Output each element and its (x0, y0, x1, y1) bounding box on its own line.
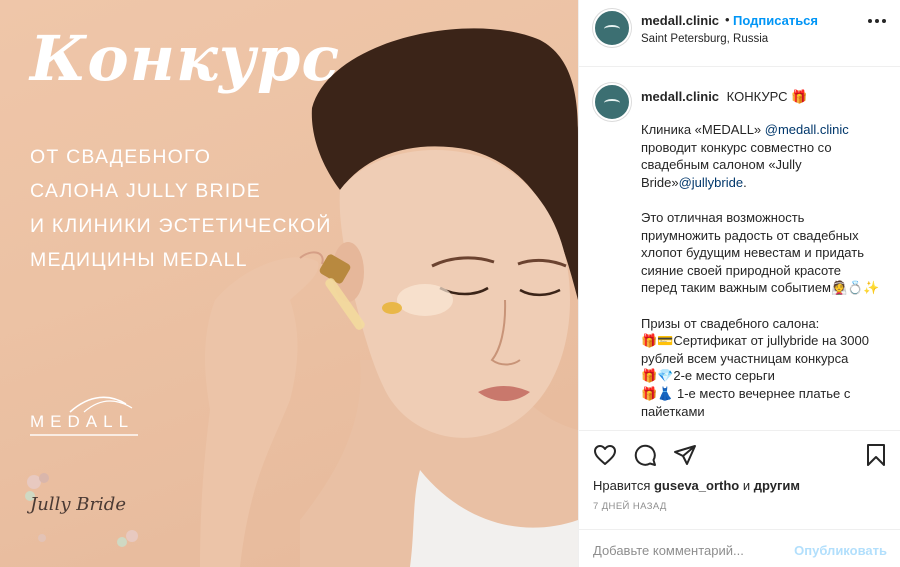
caption-line: проводит конкурс совместно со (641, 139, 832, 155)
caption-username[interactable]: medall.clinic (641, 89, 719, 104)
caption-paragraph-1: Клиника «MEDALL» @medall.clinic проводит… (641, 121, 889, 191)
caption-line: Это отличная возможность (641, 209, 805, 225)
jully-bride-logo-text: Jully Bride (30, 494, 126, 515)
post-date[interactable]: 7 ДНЕЙ НАЗАД (593, 501, 667, 512)
comment-icon[interactable] (633, 443, 657, 467)
promo-line-1: ОТ СВАДЕБНОГО (30, 146, 212, 168)
follow-button[interactable]: Подписаться (733, 13, 818, 28)
promo-line-4: МЕДИЦИНЫ MEDALL (30, 249, 248, 271)
caption-line: перед таким важным событием👰💍✨ (641, 280, 880, 296)
caption-headline: КОНКУРС 🎁 (726, 89, 808, 104)
promo-line-2: САЛОНА JULLY BRIDE (30, 180, 261, 202)
promo-title: Конкурс (30, 22, 341, 95)
medall-logo-underline (30, 434, 138, 436)
more-horizontal-icon[interactable] (867, 18, 887, 24)
caption-line: рублей всем участницам конкурса (641, 350, 849, 366)
location-link[interactable]: Saint Petersburg, Russia (641, 33, 768, 45)
comment-bar: Опубликовать (579, 529, 900, 567)
caption-avatar[interactable] (593, 83, 631, 121)
caption-paragraph-3: Призы от свадебного салона: 🎁💳Сертификат… (641, 315, 889, 421)
caption-text-fragment: Клиника «MEDALL» (641, 122, 765, 137)
caption-line: Призы от свадебного салона: (641, 315, 820, 331)
post-image[interactable]: Конкурс ОТ СВАДЕБНОГО САЛОНА JULLY BRIDE… (0, 0, 578, 567)
caption-line: 🎁👗 1-е место вечернее платье с (641, 385, 851, 401)
caption-area: medall.clinic КОНКУРС 🎁 Клиника «MEDALL»… (579, 67, 900, 430)
likes-middle: и (739, 478, 754, 493)
header-username[interactable]: medall.clinic (641, 13, 719, 28)
share-icon[interactable] (673, 443, 697, 467)
heart-icon[interactable] (593, 443, 617, 467)
caption-text-fragment: Bride» (641, 174, 679, 190)
caption-text-fragment: . (743, 174, 747, 190)
action-bar (579, 430, 900, 478)
promo-line-3: И КЛИНИКИ ЭСТЕТИЧЕСКОЙ (30, 215, 332, 237)
comment-input[interactable] (593, 540, 783, 560)
bookmark-icon[interactable] (865, 443, 887, 467)
avatar[interactable] (593, 9, 631, 47)
caption-header: medall.clinic КОНКУРС 🎁 (641, 89, 807, 105)
likes-others-link[interactable]: другим (754, 478, 800, 493)
caption-line: 🎁💎2-е место серьги (641, 368, 775, 384)
post-side-panel: medall.clinic • Подписаться Saint Peters… (578, 0, 900, 567)
caption-text: Клиника «MEDALL» @medall.clinic проводит… (641, 121, 889, 430)
separator-dot: • (725, 12, 730, 27)
caption-paragraph-2: Это отличная возможность приумножить рад… (641, 209, 889, 297)
medall-logo-text: MEDALL (30, 412, 135, 431)
caption-line: приумножить радость от свадебных (641, 227, 859, 243)
caption-line: 🎁💳Сертификат от jullybride на 3000 (641, 333, 869, 349)
post-header: medall.clinic • Подписаться Saint Peters… (579, 0, 900, 67)
caption-line: сияние своей природной красоте (641, 262, 842, 278)
publish-button[interactable]: Опубликовать (794, 543, 887, 558)
likes-prefix: Нравится (593, 478, 654, 493)
caption-line: хлопот будущим невестам и придать (641, 245, 864, 261)
caption-line: свадебным салоном «Jully (641, 157, 802, 173)
caption-line: пайетками (641, 403, 705, 419)
mention-medall-clinic[interactable]: @medall.clinic (765, 122, 849, 137)
likes-line: Нравится guseva_ortho и другим (593, 478, 800, 493)
likes-user-link[interactable]: guseva_ortho (654, 478, 739, 493)
medall-logo-mark (69, 396, 133, 413)
mention-jullybride[interactable]: @jullybride (679, 175, 744, 190)
